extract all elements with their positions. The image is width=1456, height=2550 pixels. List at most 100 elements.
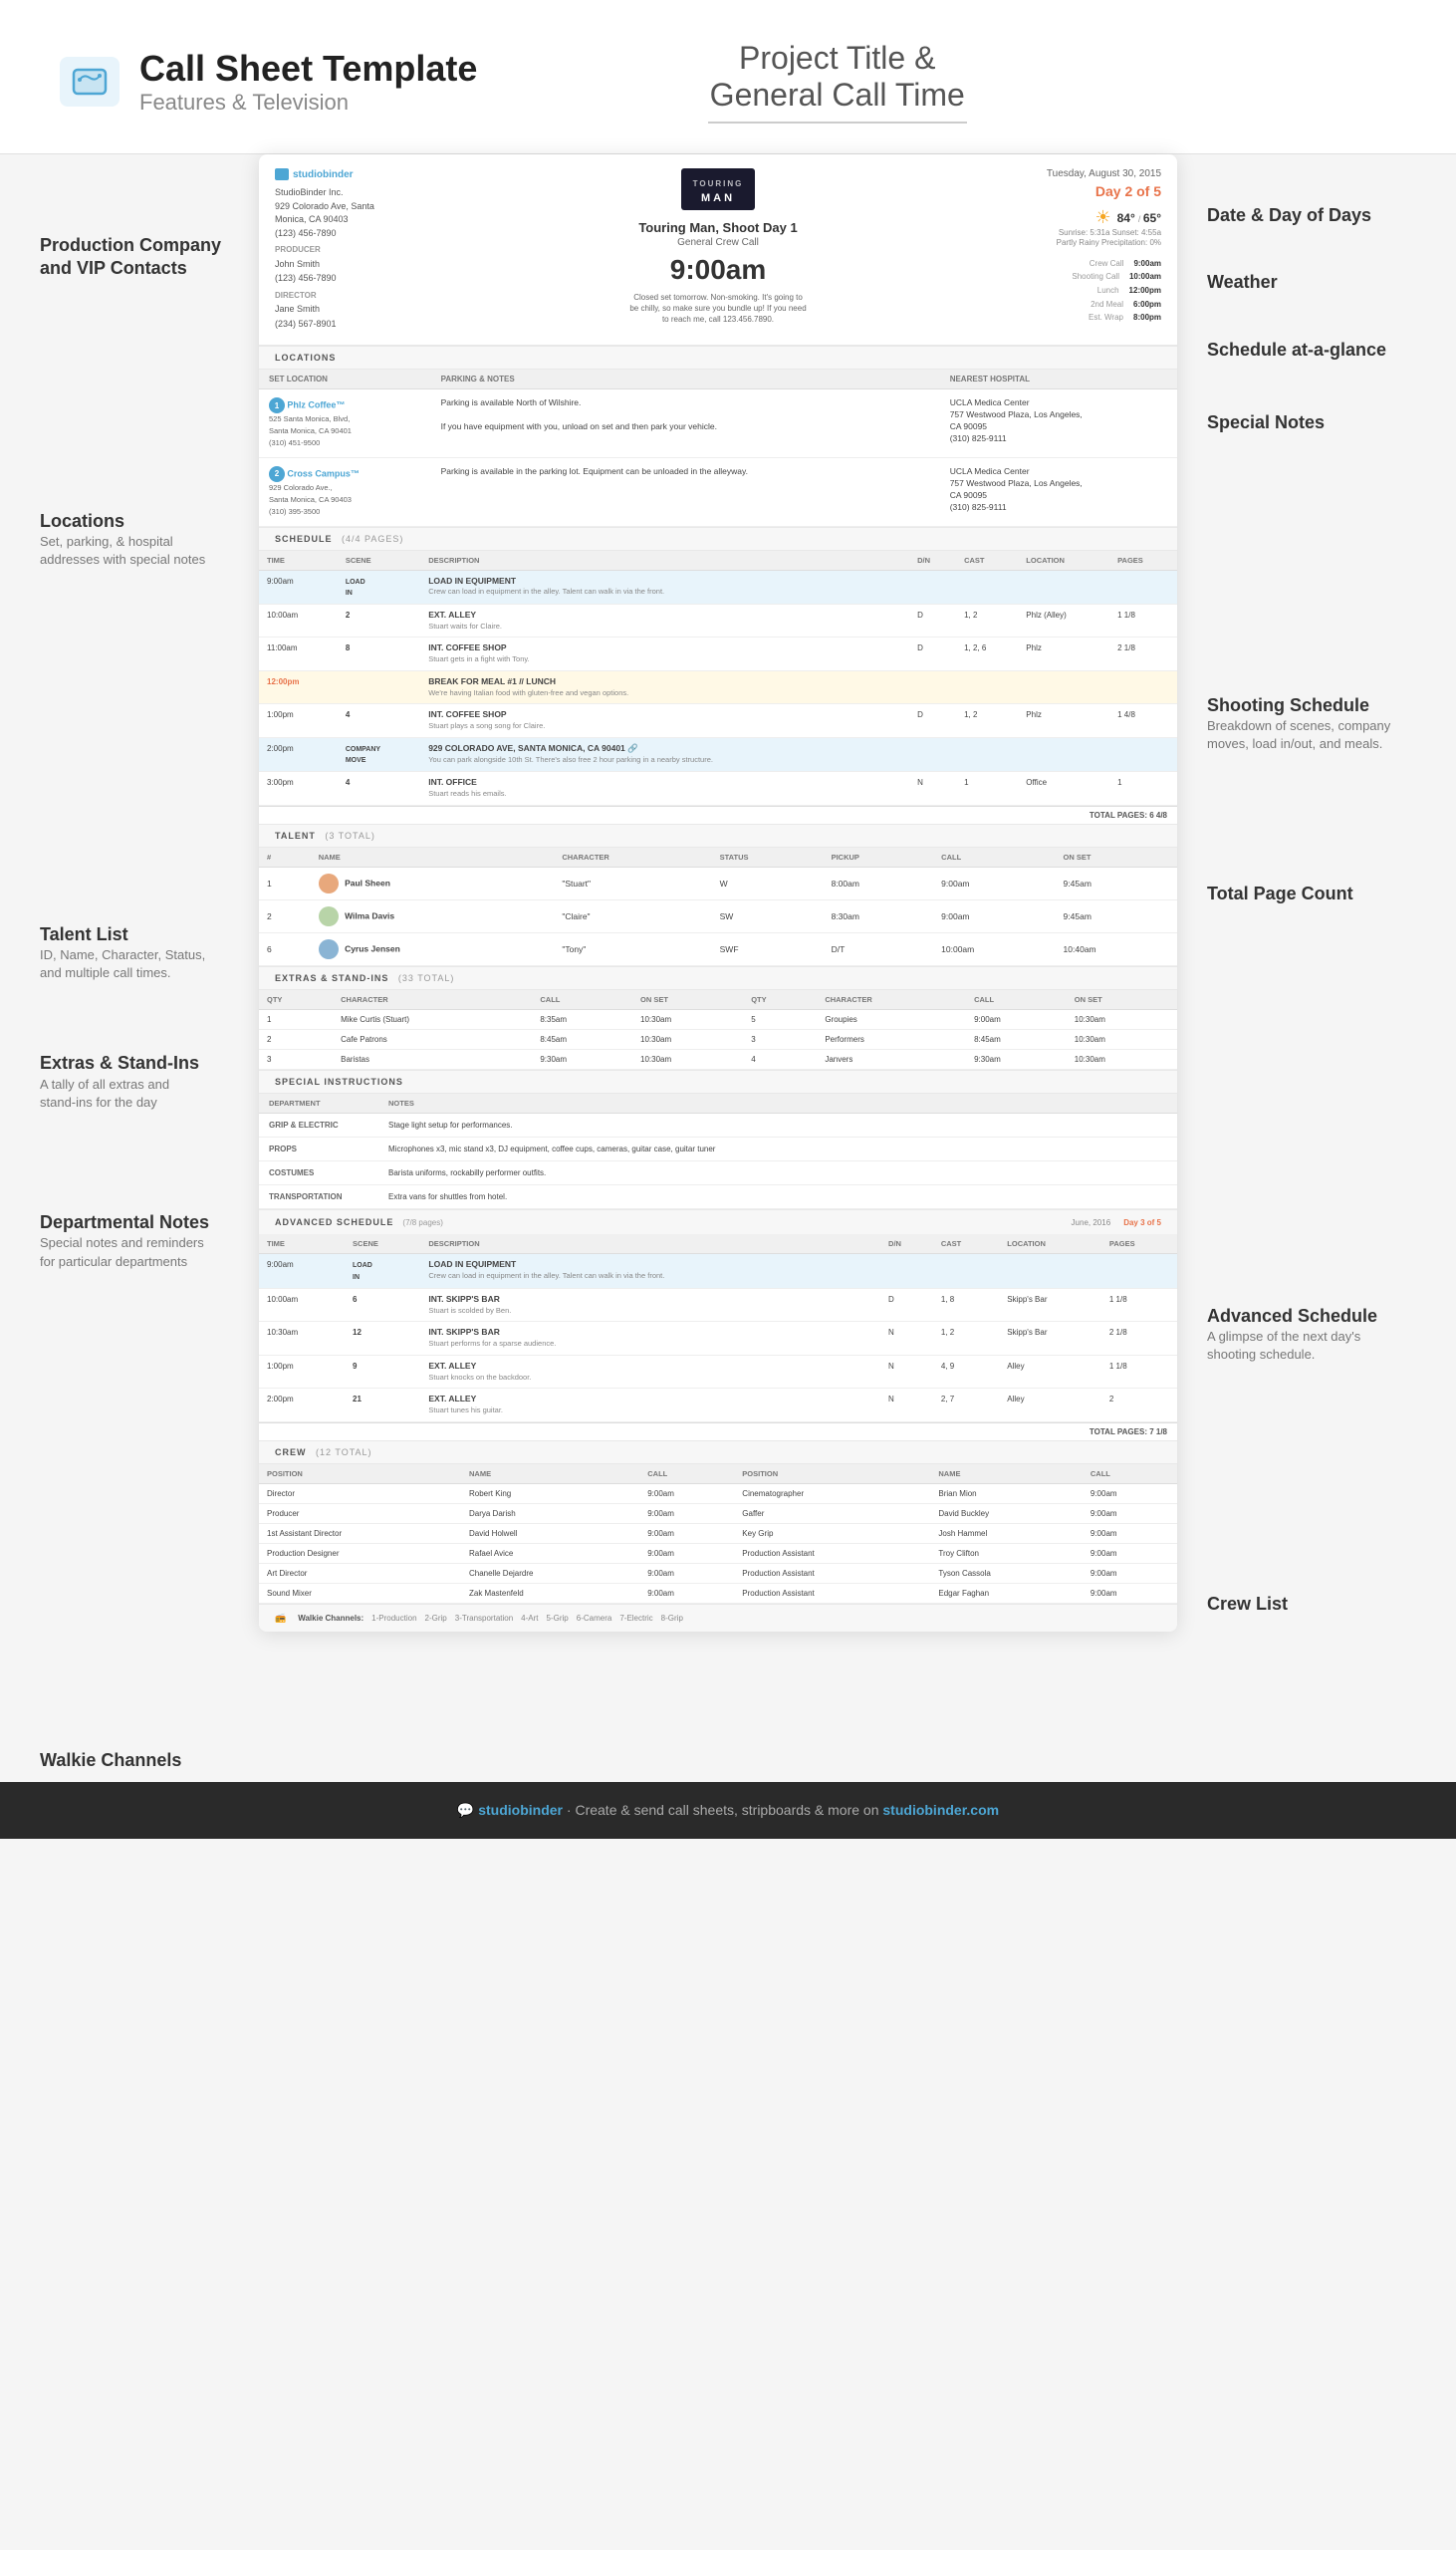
adv-col-scene: SCENE: [345, 1234, 420, 1254]
cs-general-call-label: General Crew Call: [533, 237, 904, 248]
talent-row-2: 2 Wilma Davis "Claire" SW 8:30am 9:00am …: [259, 899, 1177, 932]
ext-col-qty2: QTY: [743, 990, 817, 1010]
sched-col-location: LOCATION: [1018, 551, 1109, 571]
locations-label: LOCATIONS: [275, 353, 336, 363]
e1-call-r: 9:00am: [966, 1009, 1067, 1029]
adv-loc-4: Alley: [999, 1355, 1101, 1388]
loc2-num: 2: [269, 466, 285, 482]
footer-tagline: · Create & send call sheets, stripboards…: [567, 1802, 879, 1818]
cs-talent-header: TALENT (3 Total): [259, 824, 1177, 848]
header-center: Project Title & General Call Time: [708, 40, 967, 124]
special-instructions-table: DEPARTMENT NOTES GRIP & ELECTRIC Stage l…: [259, 1094, 1177, 1210]
sched-cast-2: 1, 2: [956, 605, 1018, 638]
adv-sched-label: ADVANCED SCHEDULE: [275, 1217, 393, 1227]
c5-name-r: Tyson Cassola: [930, 1563, 1083, 1583]
adv-dn-1: [880, 1254, 933, 1289]
adv-row-5: 2:00pm 21 EXT. ALLEYStuart tunes his gui…: [259, 1389, 1177, 1421]
adv-row-3: 10:30am 12 INT. SKIPP'S BARStuart perfor…: [259, 1322, 1177, 1355]
adv-col-pages: PAGES: [1101, 1234, 1177, 1254]
sched-desc-lunch: BREAK FOR MEAL #1 // LUNCHWe're having I…: [420, 670, 909, 703]
sched-row-move: 2:00pm COMPANYMOVE 929 COLORADO AVE, SAN…: [259, 737, 1177, 772]
sched-desc-1: LOAD IN EQUIPMENTCrew can load in equipm…: [420, 570, 909, 605]
spec-notes-4: Extra vans for shuttles from hotel.: [378, 1185, 1177, 1209]
e3-qty-r: 4: [743, 1049, 817, 1069]
sched-loc-2: Phlz (Alley): [1018, 605, 1109, 638]
t1-call: 9:00am: [933, 867, 1055, 899]
ann-special-notes-title: Special Notes: [1207, 411, 1416, 434]
sched-time-4: 1:00pm: [259, 704, 338, 737]
walkie-ch-6: 6-Camera: [577, 1614, 612, 1623]
page-header: Call Sheet Template Features & Televisio…: [0, 0, 1456, 154]
adv-desc-5: EXT. ALLEYStuart tunes his guitar.: [420, 1389, 880, 1421]
cs-director-label: Director: [275, 290, 523, 303]
t3-char: "Tony": [554, 932, 711, 965]
cs-producer-name: John Smith: [275, 257, 523, 271]
schedule-label: SCHEDULE: [275, 534, 333, 544]
t2-call: 9:00am: [933, 899, 1055, 932]
t1-name: Paul Sheen: [311, 867, 555, 899]
sched-desc-4: INT. COFFEE SHOPStuart plays a song song…: [420, 704, 909, 737]
header-title-block: Call Sheet Template Features & Televisio…: [139, 48, 477, 116]
cs-company-name: StudioBinder Inc.: [275, 187, 344, 197]
call-sheet: studiobinder StudioBinder Inc. 929 Color…: [259, 154, 1177, 1632]
e1-onset-l: 10:30am: [632, 1009, 743, 1029]
ext-col-call2: CALL: [966, 990, 1067, 1010]
ext-col-call1: CALL: [532, 990, 632, 1010]
talent-label: TALENT: [275, 831, 316, 841]
c5-call-r: 9:00am: [1083, 1563, 1177, 1583]
cs-company-addr: 929 Colorado Ave, SantaMonica, CA 90403(…: [275, 201, 374, 238]
adv-scene-5: 21: [345, 1389, 420, 1421]
cs-wrap-row: Est. Wrap 8:00pm: [913, 311, 1161, 325]
adv-dn-2: D: [880, 1288, 933, 1321]
ann-weather: Weather: [1207, 271, 1416, 294]
ann-date-day: Date & Day of Days: [1207, 204, 1416, 227]
c3-pos-l: 1st Assistant Director: [259, 1523, 461, 1543]
cs-lunch-label: Lunch: [1097, 284, 1119, 298]
crew-count: (12 Total): [316, 1447, 372, 1457]
c4-name-l: Rafael Avice: [461, 1543, 639, 1563]
adv-pages-1: [1101, 1254, 1177, 1289]
adv-time-5: 2:00pm: [259, 1389, 345, 1421]
extras-row-3: 3 Baristas 9:30am 10:30am 4 Janvers 9:30…: [259, 1049, 1177, 1069]
cs-schedule-header: SCHEDULE (4/4 pages): [259, 527, 1177, 551]
cs-notes: Closed set tomorrow. Non-smoking. It's g…: [628, 292, 808, 326]
walkie-ch-7: 7-Electric: [619, 1614, 652, 1623]
c5-call-l: 9:00am: [639, 1563, 734, 1583]
e3-call-l: 9:30am: [532, 1049, 632, 1069]
t2-char: "Claire": [554, 899, 711, 932]
adv-cast-5: 2, 7: [933, 1389, 999, 1421]
ann-locations: Locations Set, parking, & hospitaladdres…: [40, 510, 229, 570]
sched-row-4: 1:00pm 4 INT. COFFEE SHOPStuart plays a …: [259, 704, 1177, 737]
adv-loc-5: Alley: [999, 1389, 1101, 1421]
e3-onset-r: 10:30am: [1067, 1049, 1177, 1069]
e3-qty-l: 3: [259, 1049, 333, 1069]
sched-cast-4: 1, 2: [956, 704, 1018, 737]
main-content: Production Company and VIP Contacts Loca…: [0, 154, 1456, 1782]
t3-num: 6: [259, 932, 311, 965]
sched-scene-3: 8: [338, 638, 420, 670]
ext-col-char1: CHARACTER: [333, 990, 532, 1010]
ann-production-company: Production Company and VIP Contacts: [40, 234, 229, 281]
adv-col-dn: D/N: [880, 1234, 933, 1254]
c6-name-r: Edgar Faghan: [930, 1583, 1083, 1603]
c1-pos-l: Director: [259, 1483, 461, 1503]
sched-scene-1: LOADIN: [338, 570, 420, 605]
loc1-parking: Parking is available North of Wilshire.I…: [431, 389, 940, 458]
cs-second-meal-row: 2nd Meal 6:00pm: [913, 298, 1161, 312]
cs-extras-header: EXTRAS & STAND-INS (33 Total): [259, 966, 1177, 990]
extras-table: QTY CHARACTER CALL ON SET QTY CHARACTER …: [259, 990, 1177, 1070]
ann-extras: Extras & Stand-Ins A tally of all extras…: [40, 1052, 229, 1112]
sched-cast-5: 1: [956, 772, 1018, 805]
t1-pickup: 8:00am: [824, 867, 934, 899]
talent-row-1: 1 Paul Sheen "Stuart" W 8:00am 9:00am 9:…: [259, 867, 1177, 899]
ann-prod-title: Production Company: [40, 234, 229, 257]
c2-call-r: 9:00am: [1083, 1503, 1177, 1523]
location-row-2: 2 Cross Campus™ 929 Colorado Ave.,Santa …: [259, 457, 1177, 526]
sched-cast-lunch: [956, 670, 1018, 703]
sched-row-load-in: 9:00am LOADIN LOAD IN EQUIPMENTCrew can …: [259, 570, 1177, 605]
sched-dn-1: [909, 570, 956, 605]
c3-name-r: Josh Hammel: [930, 1523, 1083, 1543]
talent-row-3: 6 Cyrus Jensen "Tony" SWF D/T 10:00am 10…: [259, 932, 1177, 965]
cs-2nd-meal-label: 2nd Meal: [1091, 298, 1123, 312]
ann-walkie: Walkie Channels: [40, 1749, 229, 1772]
